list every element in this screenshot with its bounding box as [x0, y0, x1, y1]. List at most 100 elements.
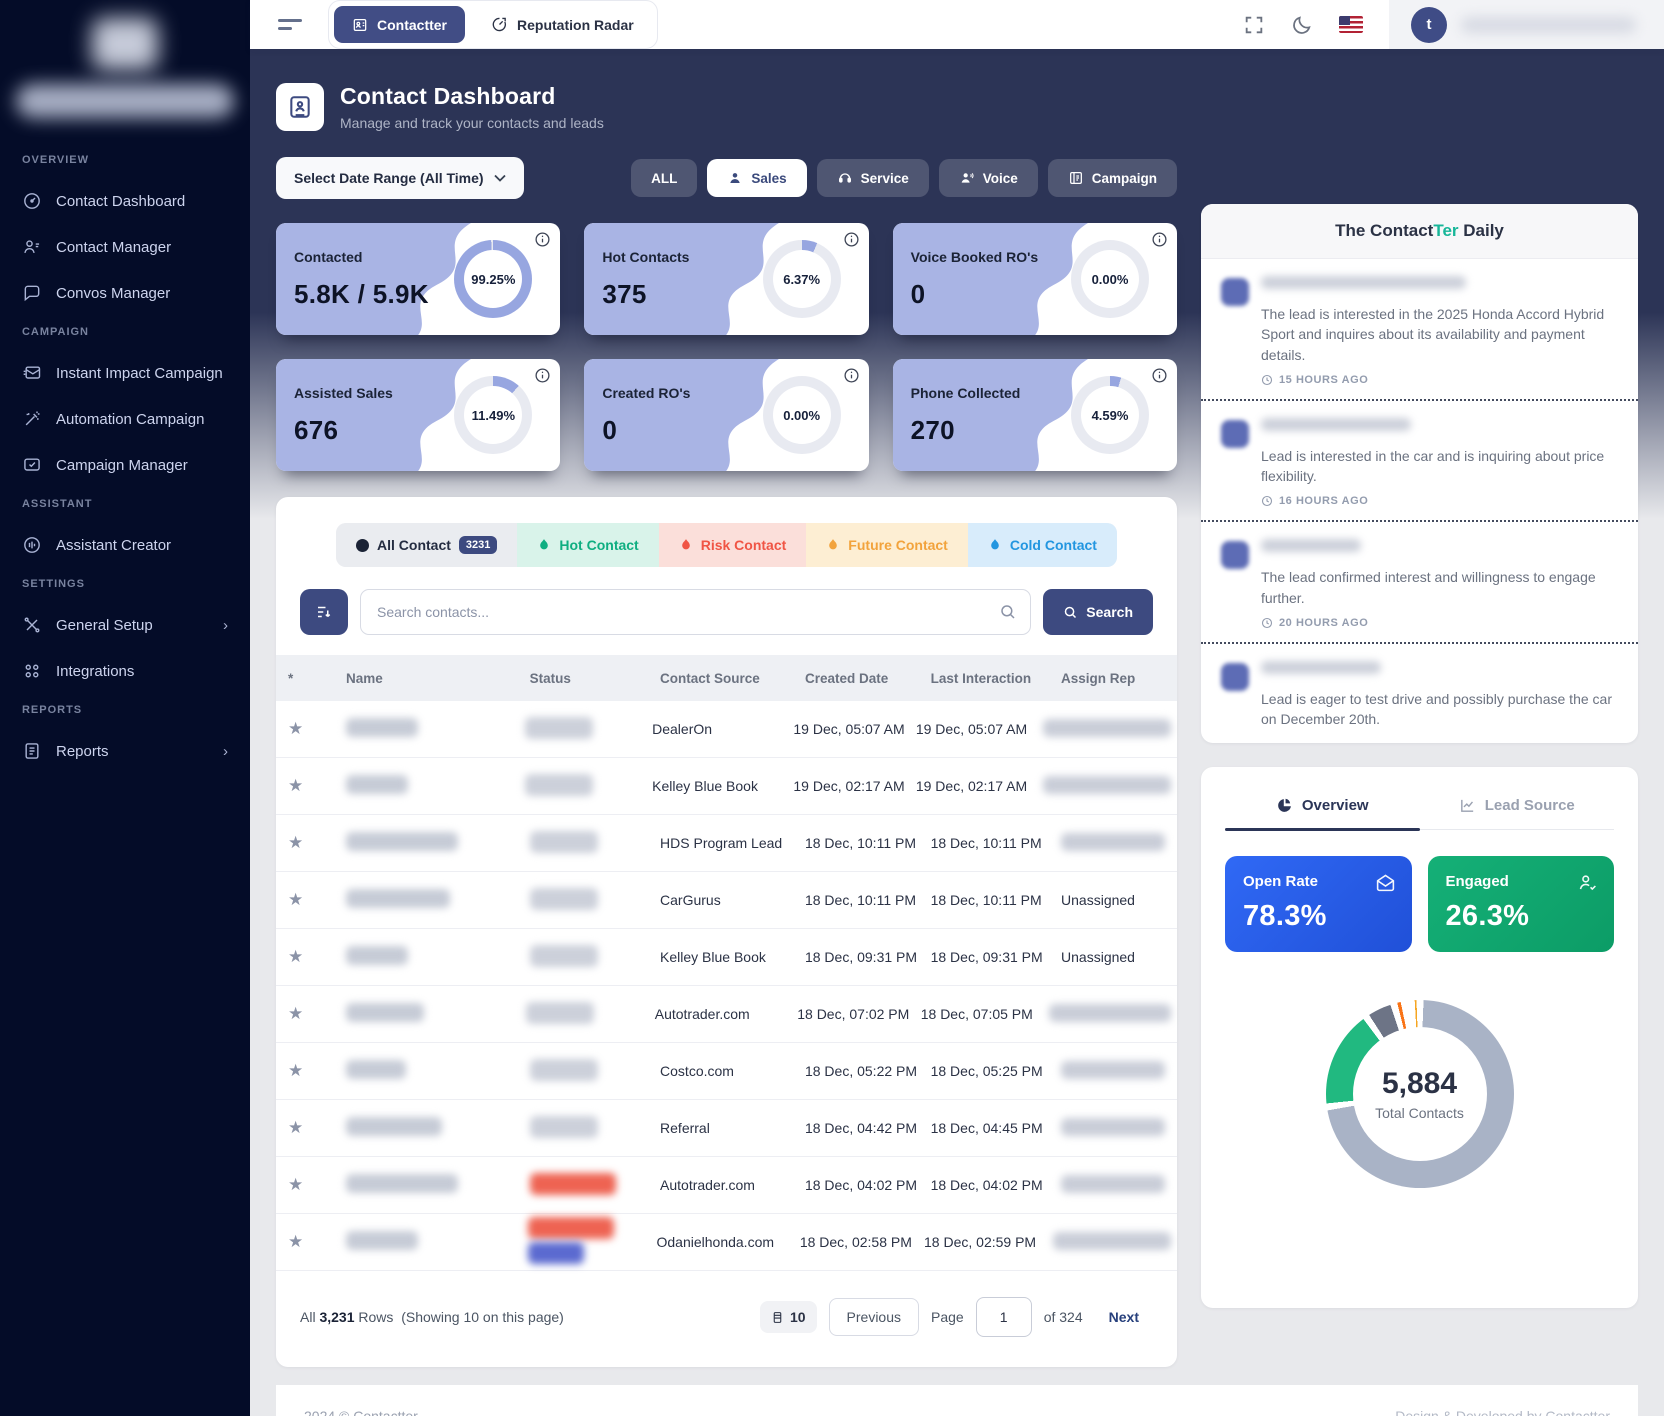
redacted-lead-name: [1261, 539, 1361, 552]
sidebar-item-convos-manager[interactable]: Convos Manager: [0, 270, 250, 316]
info-icon[interactable]: [1151, 367, 1168, 384]
stat-percent: 0.00%: [783, 408, 820, 423]
star-icon[interactable]: ★: [282, 1175, 340, 1195]
redacted-name: [346, 889, 450, 908]
dark-mode-moon-icon[interactable]: [1291, 14, 1313, 36]
dashboard-icon: [22, 191, 42, 211]
star-icon[interactable]: ★: [282, 1061, 340, 1081]
date-range-select[interactable]: Select Date Range (All Time): [276, 157, 524, 199]
open-rate-card: Open Rate 78.3%: [1225, 856, 1412, 952]
stat-gauge: 11.49%: [454, 376, 532, 454]
cell-status: [524, 1059, 654, 1084]
star-icon[interactable]: ★: [282, 947, 340, 967]
search-button[interactable]: Search: [1043, 589, 1153, 635]
status-badge: [528, 1217, 614, 1239]
table-row[interactable]: ★ CarGurus 18 Dec, 10:11 PM 18 Dec, 10:1…: [276, 872, 1177, 929]
table-row[interactable]: ★ HDS Program Lead 18 Dec, 10:11 PM 18 D…: [276, 815, 1177, 872]
table-row[interactable]: ★ Autotrader.com 18 Dec, 04:02 PM 18 Dec…: [276, 1157, 1177, 1214]
contact-type-tab[interactable]: Hot Contact: [517, 523, 658, 567]
sidebar-item-contact-manager[interactable]: Contact Manager: [0, 224, 250, 270]
tab-overview[interactable]: Overview: [1225, 787, 1420, 829]
previous-page-button[interactable]: Previous: [829, 1298, 919, 1336]
filter-sort-button[interactable]: [300, 589, 348, 635]
sidebar-item-instant-impact-campaign[interactable]: Instant Impact Campaign: [0, 350, 250, 396]
table-row[interactable]: ★ Referral 18 Dec, 04:42 PM 18 Dec, 04:4…: [276, 1100, 1177, 1157]
language-flag-us[interactable]: [1339, 16, 1363, 33]
engaged-label: Engaged: [1446, 873, 1597, 890]
sidebar-item-assistant-creator[interactable]: Assistant Creator: [0, 522, 250, 568]
tab-label: Risk Contact: [701, 537, 787, 553]
chevron-down-icon: [494, 174, 506, 182]
info-icon[interactable]: [1151, 231, 1168, 248]
filter-lines-icon: [315, 603, 333, 621]
cell-contact-source: Kelley Blue Book: [646, 778, 787, 794]
line-chart-icon: [1459, 797, 1476, 814]
contact-type-tab[interactable]: Future Contact: [806, 523, 968, 567]
cell-created-date: 18 Dec, 10:11 PM: [799, 835, 925, 851]
page-size-select[interactable]: 10: [760, 1301, 817, 1333]
search-input[interactable]: [360, 589, 1031, 635]
redacted-rep: [1043, 719, 1171, 737]
table-row[interactable]: ★ Autotrader.com 18 Dec, 07:02 PM 18 Dec…: [276, 986, 1177, 1043]
star-icon[interactable]: ★: [282, 833, 340, 853]
table-row[interactable]: ★ Odanielhonda.com 18 Dec, 02:58 PM 18 D…: [276, 1214, 1177, 1271]
filter-voice-button[interactable]: Voice: [939, 159, 1038, 197]
table-row[interactable]: ★ Kelley Blue Book 19 Dec, 02:17 AM 19 D…: [276, 758, 1177, 815]
send-mail-icon: [22, 363, 42, 383]
next-page-button[interactable]: Next: [1095, 1299, 1153, 1335]
star-icon[interactable]: ★: [282, 1232, 340, 1252]
contact-book-icon: [276, 83, 324, 131]
hamburger-menu-icon[interactable]: [278, 14, 304, 35]
sidebar-item-campaign-manager[interactable]: Campaign Manager: [0, 442, 250, 488]
star-icon[interactable]: ★: [282, 719, 340, 739]
flame-icon: [826, 538, 840, 552]
engaged-card: Engaged 26.3%: [1428, 856, 1615, 952]
cell-assign-rep: Unassigned: [1055, 892, 1171, 908]
stat-percent: 4.59%: [1092, 408, 1129, 423]
contact-type-tab[interactable]: All Contact 3231: [336, 523, 517, 567]
sidebar-item-automation-campaign[interactable]: Automation Campaign: [0, 396, 250, 442]
sidebar-item-integrations[interactable]: Integrations: [0, 648, 250, 694]
sidebar-item-contact-dashboard[interactable]: Contact Dashboard: [0, 178, 250, 224]
star-icon[interactable]: ★: [282, 890, 340, 910]
person-icon: [22, 237, 42, 257]
cell-last-interaction: 19 Dec, 02:17 AM: [910, 778, 1037, 794]
star-icon[interactable]: ★: [282, 1004, 340, 1024]
filter-service-button[interactable]: Service: [817, 159, 929, 197]
table-row[interactable]: ★ Kelley Blue Book 18 Dec, 09:31 PM 18 D…: [276, 929, 1177, 986]
redacted-rep: [1061, 1061, 1165, 1079]
star-icon[interactable]: ★: [282, 1118, 340, 1138]
star-icon[interactable]: ★: [282, 776, 340, 796]
user-menu[interactable]: t: [1389, 0, 1664, 49]
status-badge: [530, 1173, 616, 1195]
filter-all-button[interactable]: ALL: [631, 159, 697, 197]
cell-last-interaction: 18 Dec, 09:31 PM: [925, 949, 1055, 965]
sidebar-search-redacted[interactable]: [16, 84, 234, 118]
info-icon[interactable]: [843, 231, 860, 248]
controls-row: Select Date Range (All Time) ALL Sales S…: [276, 157, 1177, 199]
contact-type-tab[interactable]: Risk Contact: [659, 523, 807, 567]
cell-contact-source: Autotrader.com: [654, 1177, 799, 1193]
tab-reputation-radar[interactable]: Reputation Radar: [473, 6, 652, 43]
cell-name: [340, 1174, 524, 1196]
stat-gauge: 0.00%: [1071, 240, 1149, 318]
tab-lead-source[interactable]: Lead Source: [1420, 787, 1615, 829]
id-card-icon: [352, 17, 368, 33]
info-icon[interactable]: [843, 367, 860, 384]
filter-campaign-button[interactable]: Campaign: [1048, 159, 1177, 197]
contact-type-tab[interactable]: Cold Contact: [968, 523, 1117, 567]
sidebar-item-general-setup[interactable]: General Setup ›: [0, 602, 250, 648]
filter-sales-button[interactable]: Sales: [707, 159, 806, 197]
daily-feed-item: Lead is eager to test drive and possibly…: [1201, 642, 1638, 743]
sidebar-item-reports[interactable]: Reports ›: [0, 728, 250, 774]
feed-timestamp: 15 HOURS AGO: [1261, 374, 1618, 386]
page-number-input[interactable]: [976, 1297, 1032, 1337]
table-row[interactable]: ★ Costco.com 18 Dec, 05:22 PM 18 Dec, 05…: [276, 1043, 1177, 1100]
cell-status: [524, 1116, 654, 1141]
info-icon[interactable]: [534, 367, 551, 384]
fullscreen-icon[interactable]: [1243, 14, 1265, 36]
table-row[interactable]: ★ DealerOn 19 Dec, 05:07 AM 19 Dec, 05:0…: [276, 701, 1177, 758]
stat-percent: 6.37%: [783, 272, 820, 287]
info-icon[interactable]: [534, 231, 551, 248]
tab-contactter[interactable]: Contactter: [334, 6, 465, 43]
